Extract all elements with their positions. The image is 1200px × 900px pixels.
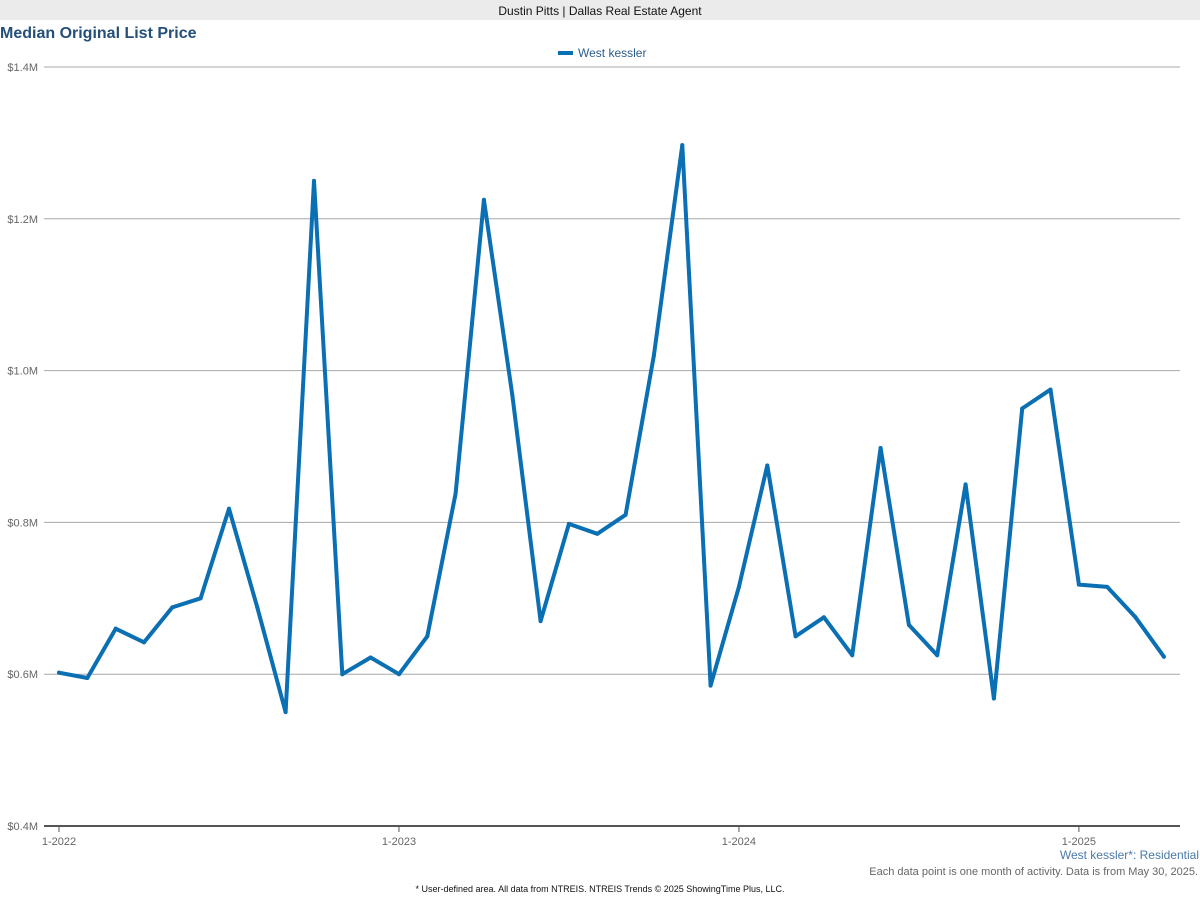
x-tick-label: 1-2024	[722, 836, 756, 848]
data-point	[198, 596, 203, 601]
x-tick-label: 1-2025	[1062, 836, 1096, 848]
data-point	[283, 710, 288, 715]
data-point	[311, 178, 316, 183]
data-point	[425, 634, 430, 639]
y-tick-label: $1.2M	[7, 214, 38, 226]
data-point	[878, 446, 883, 451]
data-point	[396, 672, 401, 677]
y-tick-label: $1.4M	[7, 62, 38, 74]
data-point	[141, 640, 146, 645]
line-chart: $0.4M $0.6M $0.8M $1.0M $1.2M $1.4M 1-2022 1-20…	[7, 62, 1180, 848]
chart-page: Dustin Pitts | Dallas Real Estate Agent …	[0, 0, 1200, 900]
y-tick-label: $0.8M	[7, 517, 38, 529]
data-point	[1076, 582, 1081, 587]
data-point	[113, 626, 118, 631]
data-point	[1105, 584, 1110, 589]
data-point	[680, 143, 685, 148]
data-point	[340, 672, 345, 677]
data-point	[368, 655, 373, 660]
series-footer-label: West kessler*: Residential	[1059, 848, 1199, 862]
data-point	[170, 605, 175, 610]
data-point	[708, 683, 713, 688]
data-point	[793, 634, 798, 639]
data-point	[736, 584, 741, 589]
y-tick-label: $0.6M	[7, 669, 38, 681]
data-point	[566, 521, 571, 526]
data-point	[1161, 654, 1166, 659]
data-point	[1020, 406, 1025, 411]
data-point	[453, 491, 458, 496]
data-point	[963, 482, 968, 487]
data-point	[255, 605, 260, 610]
data-point	[1048, 387, 1053, 392]
data-point	[57, 670, 61, 675]
data-point	[821, 615, 826, 620]
data-point	[765, 463, 770, 468]
data-point	[538, 619, 543, 624]
y-tick-label: $0.4M	[7, 821, 38, 833]
y-tick-label: $1.0M	[7, 366, 38, 378]
data-point	[991, 696, 996, 701]
x-tick-label: 1-2023	[382, 836, 416, 848]
series-line-west-kessler	[57, 143, 1166, 715]
data-point	[651, 353, 656, 358]
data-point	[850, 653, 855, 658]
data-point	[906, 622, 911, 627]
data-point	[595, 531, 600, 536]
data-point	[226, 506, 231, 511]
x-tick-label: 1-2022	[42, 836, 76, 848]
data-point	[510, 392, 515, 397]
data-note: Each data point is one month of activity…	[869, 866, 1198, 878]
data-point	[1133, 615, 1138, 620]
data-point	[481, 197, 486, 202]
data-point	[935, 653, 940, 658]
data-point	[85, 675, 90, 680]
data-point	[623, 512, 628, 517]
source-note: * User-defined area. All data from NTREI…	[415, 884, 785, 894]
